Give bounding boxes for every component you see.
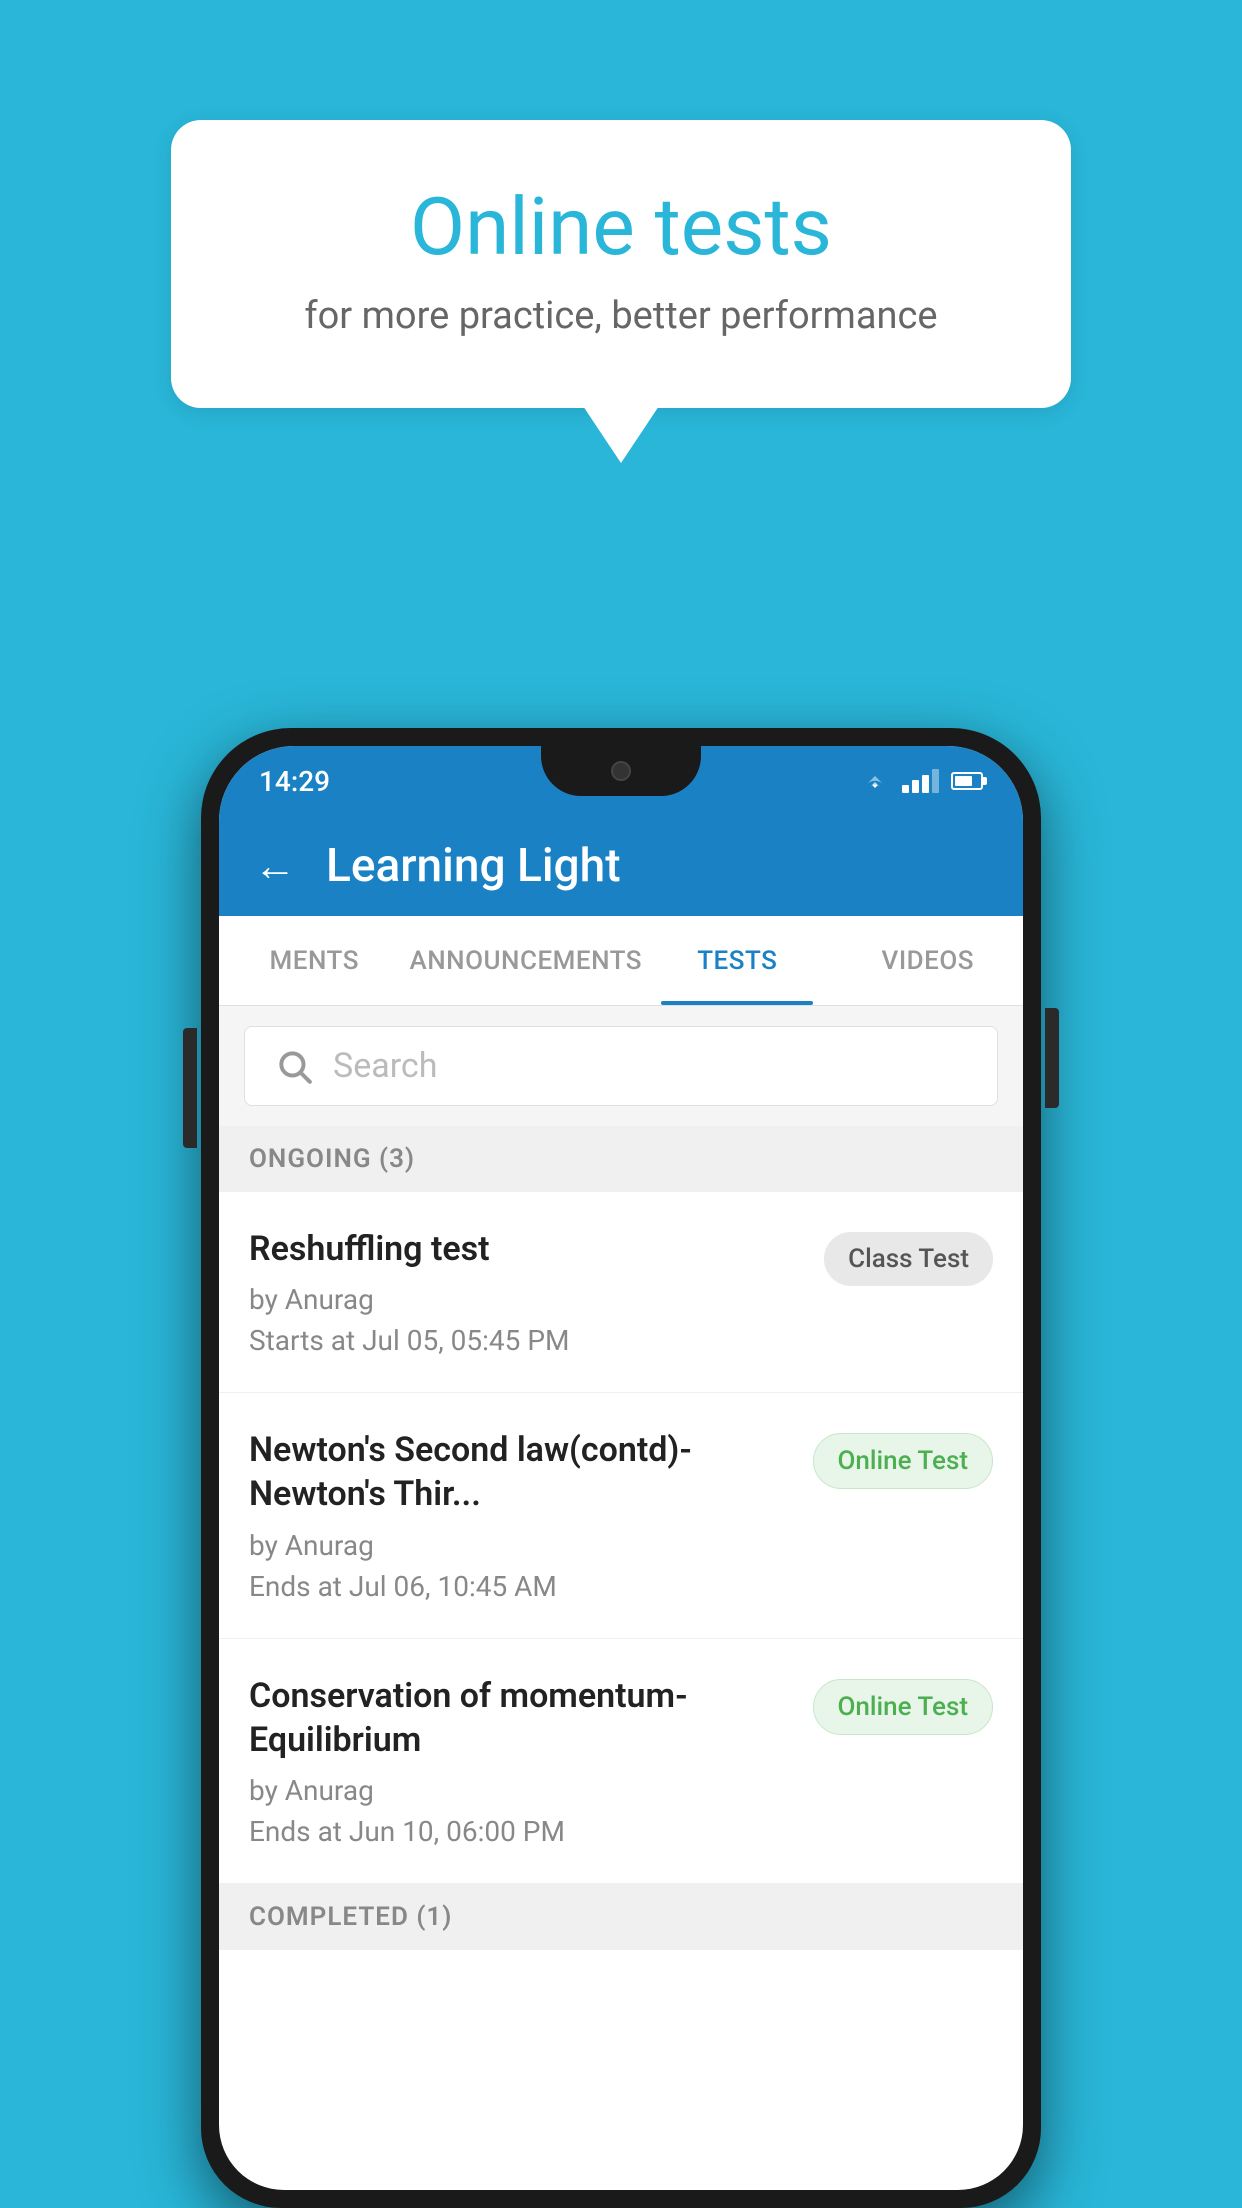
speech-bubble: Online tests for more practice, better p…	[171, 120, 1071, 408]
tab-bar: MENTS ANNOUNCEMENTS TESTS VIDEOS	[219, 916, 1023, 1006]
test-author: by Anurag	[249, 1529, 793, 1562]
notch	[541, 746, 701, 796]
test-item[interactable]: Conservation of momentum-Equilibrium by …	[219, 1639, 1023, 1884]
ongoing-title: ONGOING (3)	[249, 1144, 415, 1174]
test-badge-online: Online Test	[813, 1433, 994, 1489]
tab-ments[interactable]: MENTS	[219, 916, 409, 1005]
phone-outer: 14:29	[201, 728, 1041, 2208]
tab-tests[interactable]: TESTS	[642, 916, 832, 1005]
bubble-title: Online tests	[251, 180, 991, 274]
wifi-icon	[860, 770, 890, 792]
ongoing-section-header: ONGOING (3)	[219, 1126, 1023, 1192]
status-icons	[860, 769, 983, 793]
search-placeholder: Search	[333, 1046, 437, 1086]
test-list: Reshuffling test by Anurag Starts at Jul…	[219, 1192, 1023, 1884]
test-item[interactable]: Newton's Second law(contd)-Newton's Thir…	[219, 1393, 1023, 1638]
completed-section-header: COMPLETED (1)	[219, 1884, 1023, 1950]
completed-title: COMPLETED (1)	[249, 1902, 452, 1932]
test-date: Starts at Jul 05, 05:45 PM	[249, 1324, 804, 1357]
test-badge-class: Class Test	[824, 1232, 993, 1286]
test-name: Conservation of momentum-Equilibrium	[249, 1674, 793, 1762]
status-time: 14:29	[259, 765, 330, 798]
speech-bubble-container: Online tests for more practice, better p…	[171, 120, 1071, 408]
bubble-subtitle: for more practice, better performance	[251, 294, 991, 338]
search-icon	[275, 1047, 313, 1085]
app-title: Learning Light	[326, 839, 621, 893]
test-author: by Anurag	[249, 1774, 793, 1807]
test-item[interactable]: Reshuffling test by Anurag Starts at Jul…	[219, 1192, 1023, 1393]
tab-videos[interactable]: VIDEOS	[833, 916, 1023, 1005]
phone-screen: 14:29	[219, 746, 1023, 2190]
tab-announcements[interactable]: ANNOUNCEMENTS	[409, 916, 642, 1005]
signal-icon	[902, 769, 939, 793]
status-bar: 14:29	[219, 746, 1023, 816]
test-info: Newton's Second law(contd)-Newton's Thir…	[249, 1428, 793, 1602]
app-header: ← Learning Light	[219, 816, 1023, 916]
test-name: Newton's Second law(contd)-Newton's Thir…	[249, 1428, 793, 1516]
search-bar[interactable]: Search	[244, 1026, 998, 1106]
camera	[611, 761, 631, 781]
test-name: Reshuffling test	[249, 1227, 804, 1271]
test-info: Conservation of momentum-Equilibrium by …	[249, 1674, 793, 1848]
test-date: Ends at Jul 06, 10:45 AM	[249, 1570, 793, 1603]
test-date: Ends at Jun 10, 06:00 PM	[249, 1815, 793, 1848]
test-author: by Anurag	[249, 1283, 804, 1316]
test-info: Reshuffling test by Anurag Starts at Jul…	[249, 1227, 804, 1357]
phone-mockup: 14:29	[201, 728, 1041, 2208]
battery-icon	[951, 772, 983, 790]
test-badge-online-2: Online Test	[813, 1679, 994, 1735]
back-button[interactable]: ←	[254, 842, 296, 891]
search-container: Search	[219, 1006, 1023, 1126]
